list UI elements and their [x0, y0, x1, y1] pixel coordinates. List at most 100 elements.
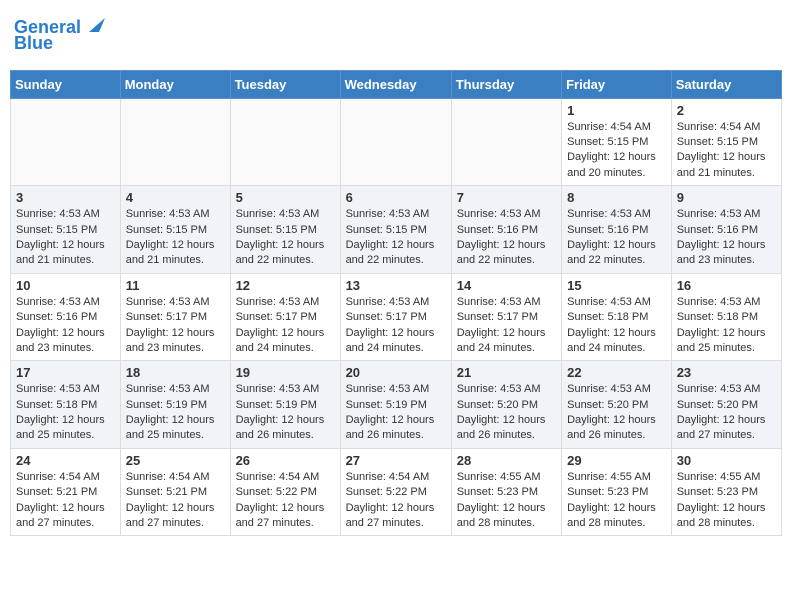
day-number: 2 — [677, 103, 776, 118]
calendar-day-cell: 4 Sunrise: 4:53 AM Sunset: 5:15 PM Daylig… — [120, 186, 230, 274]
day-number: 19 — [236, 365, 335, 380]
calendar-day-cell: 14 Sunrise: 4:53 AM Sunset: 5:17 PM Dayli… — [451, 273, 561, 361]
day-number: 22 — [567, 365, 666, 380]
calendar-day-cell: 8 Sunrise: 4:53 AM Sunset: 5:16 PM Daylig… — [562, 186, 672, 274]
calendar-table: SundayMondayTuesdayWednesdayThursdayFrid… — [10, 70, 782, 537]
calendar-day-cell: 9Sunrise: 4:53 AM Sunset: 5:16 PM Daylig… — [671, 186, 781, 274]
day-number: 29 — [567, 453, 666, 468]
calendar-day-cell: 11 Sunrise: 4:53 AM Sunset: 5:17 PM Dayli… — [120, 273, 230, 361]
day-number: 21 — [457, 365, 556, 380]
day-info-text: Sunrise: 4:53 AM Sunset: 5:17 PM Dayligh… — [346, 295, 446, 357]
calendar-day-cell: 10 Sunrise: 4:53 AM Sunset: 5:16 PM Dayli… — [11, 273, 121, 361]
day-info-text: Sunrise: 4:53 AM Sunset: 5:17 PM Dayligh… — [236, 295, 335, 357]
day-number: 18 — [126, 365, 225, 380]
day-number: 5 — [236, 190, 335, 205]
day-info-text: Sunrise: 4:53 AM Sunset: 5:15 PM Dayligh… — [16, 207, 115, 269]
day-number: 12 — [236, 278, 335, 293]
calendar-day-cell: 26 Sunrise: 4:54 AM Sunset: 5:22 PM Dayli… — [230, 448, 340, 536]
day-number: 10 — [16, 278, 115, 293]
calendar-week-row: 10 Sunrise: 4:53 AM Sunset: 5:16 PM Dayli… — [11, 273, 782, 361]
calendar-day-cell: 30 Sunrise: 4:55 AM Sunset: 5:23 PM Dayli… — [671, 448, 781, 536]
day-info-text: Sunrise: 4:55 AM Sunset: 5:23 PM Dayligh… — [677, 470, 776, 532]
logo-bird-icon — [83, 14, 105, 36]
day-number: 7 — [457, 190, 556, 205]
calendar-day-cell: 5Sunrise: 4:53 AM Sunset: 5:15 PM Daylig… — [230, 186, 340, 274]
weekday-header-saturday: Saturday — [671, 70, 781, 98]
day-number: 26 — [236, 453, 335, 468]
calendar-day-cell: 20Sunrise: 4:53 AM Sunset: 5:19 PM Dayli… — [340, 361, 451, 449]
day-info-text: Sunrise: 4:54 AM Sunset: 5:22 PM Dayligh… — [236, 470, 335, 532]
day-info-text: Sunrise: 4:54 AM Sunset: 5:15 PM Dayligh… — [677, 120, 776, 182]
day-info-text: Sunrise: 4:53 AM Sunset: 5:16 PM Dayligh… — [457, 207, 556, 269]
weekday-header-sunday: Sunday — [11, 70, 121, 98]
day-info-text: Sunrise: 4:53 AM Sunset: 5:18 PM Dayligh… — [567, 295, 666, 357]
day-info-text: Sunrise: 4:53 AM Sunset: 5:17 PM Dayligh… — [457, 295, 556, 357]
day-number: 6 — [346, 190, 446, 205]
day-number: 4 — [126, 190, 225, 205]
calendar-day-cell: 18 Sunrise: 4:53 AM Sunset: 5:19 PM Dayli… — [120, 361, 230, 449]
calendar-day-cell: 23 Sunrise: 4:53 AM Sunset: 5:20 PM Dayli… — [671, 361, 781, 449]
calendar-day-cell: 6Sunrise: 4:53 AM Sunset: 5:15 PM Daylig… — [340, 186, 451, 274]
calendar-week-row: 3 Sunrise: 4:53 AM Sunset: 5:15 PM Daylig… — [11, 186, 782, 274]
calendar-day-cell: 13 Sunrise: 4:53 AM Sunset: 5:17 PM Dayli… — [340, 273, 451, 361]
day-info-text: Sunrise: 4:53 AM Sunset: 5:20 PM Dayligh… — [567, 382, 666, 444]
day-info-text: Sunrise: 4:53 AM Sunset: 5:19 PM Dayligh… — [126, 382, 225, 444]
day-number: 8 — [567, 190, 666, 205]
calendar-empty-cell — [120, 98, 230, 186]
day-info-text: Sunrise: 4:53 AM Sunset: 5:16 PM Dayligh… — [677, 207, 776, 269]
calendar-empty-cell — [451, 98, 561, 186]
day-info-text: Sunrise: 4:54 AM Sunset: 5:21 PM Dayligh… — [16, 470, 115, 532]
day-number: 27 — [346, 453, 446, 468]
day-number: 13 — [346, 278, 446, 293]
day-number: 3 — [16, 190, 115, 205]
calendar-day-cell: 21Sunrise: 4:53 AM Sunset: 5:20 PM Dayli… — [451, 361, 561, 449]
calendar-week-row: 1 Sunrise: 4:54 AM Sunset: 5:15 PM Daylig… — [11, 98, 782, 186]
calendar-day-cell: 19Sunrise: 4:53 AM Sunset: 5:19 PM Dayli… — [230, 361, 340, 449]
day-number: 17 — [16, 365, 115, 380]
calendar-empty-cell — [11, 98, 121, 186]
day-info-text: Sunrise: 4:55 AM Sunset: 5:23 PM Dayligh… — [457, 470, 556, 532]
day-number: 11 — [126, 278, 225, 293]
calendar-day-cell: 2 Sunrise: 4:54 AM Sunset: 5:15 PM Daylig… — [671, 98, 781, 186]
day-info-text: Sunrise: 4:53 AM Sunset: 5:20 PM Dayligh… — [677, 382, 776, 444]
calendar-day-cell: 25 Sunrise: 4:54 AM Sunset: 5:21 PM Dayli… — [120, 448, 230, 536]
day-number: 1 — [567, 103, 666, 118]
calendar-day-cell: 7 Sunrise: 4:53 AM Sunset: 5:16 PM Daylig… — [451, 186, 561, 274]
day-info-text: Sunrise: 4:55 AM Sunset: 5:23 PM Dayligh… — [567, 470, 666, 532]
day-info-text: Sunrise: 4:53 AM Sunset: 5:17 PM Dayligh… — [126, 295, 225, 357]
day-info-text: Sunrise: 4:53 AM Sunset: 5:18 PM Dayligh… — [16, 382, 115, 444]
weekday-header-tuesday: Tuesday — [230, 70, 340, 98]
day-info-text: Sunrise: 4:54 AM Sunset: 5:21 PM Dayligh… — [126, 470, 225, 532]
weekday-header-monday: Monday — [120, 70, 230, 98]
calendar-empty-cell — [230, 98, 340, 186]
calendar-day-cell: 24 Sunrise: 4:54 AM Sunset: 5:21 PM Dayli… — [11, 448, 121, 536]
calendar-day-cell: 15 Sunrise: 4:53 AM Sunset: 5:18 PM Dayli… — [562, 273, 672, 361]
calendar-day-cell: 1 Sunrise: 4:54 AM Sunset: 5:15 PM Daylig… — [562, 98, 672, 186]
calendar-day-cell: 12 Sunrise: 4:53 AM Sunset: 5:17 PM Dayli… — [230, 273, 340, 361]
day-info-text: Sunrise: 4:53 AM Sunset: 5:15 PM Dayligh… — [126, 207, 225, 269]
logo-text-line2: Blue — [14, 34, 53, 54]
day-info-text: Sunrise: 4:53 AM Sunset: 5:16 PM Dayligh… — [567, 207, 666, 269]
weekday-header-row: SundayMondayTuesdayWednesdayThursdayFrid… — [11, 70, 782, 98]
day-info-text: Sunrise: 4:53 AM Sunset: 5:18 PM Dayligh… — [677, 295, 776, 357]
calendar-day-cell: 27Sunrise: 4:54 AM Sunset: 5:22 PM Dayli… — [340, 448, 451, 536]
day-number: 28 — [457, 453, 556, 468]
calendar-empty-cell — [340, 98, 451, 186]
weekday-header-thursday: Thursday — [451, 70, 561, 98]
day-number: 24 — [16, 453, 115, 468]
day-number: 25 — [126, 453, 225, 468]
day-number: 23 — [677, 365, 776, 380]
day-info-text: Sunrise: 4:53 AM Sunset: 5:19 PM Dayligh… — [346, 382, 446, 444]
calendar-day-cell: 29 Sunrise: 4:55 AM Sunset: 5:23 PM Dayli… — [562, 448, 672, 536]
calendar-week-row: 17 Sunrise: 4:53 AM Sunset: 5:18 PM Dayli… — [11, 361, 782, 449]
weekday-header-friday: Friday — [562, 70, 672, 98]
day-info-text: Sunrise: 4:53 AM Sunset: 5:16 PM Dayligh… — [16, 295, 115, 357]
day-number: 15 — [567, 278, 666, 293]
day-info-text: Sunrise: 4:54 AM Sunset: 5:15 PM Dayligh… — [567, 120, 666, 182]
calendar-day-cell: 17 Sunrise: 4:53 AM Sunset: 5:18 PM Dayli… — [11, 361, 121, 449]
day-number: 30 — [677, 453, 776, 468]
calendar-day-cell: 22 Sunrise: 4:53 AM Sunset: 5:20 PM Dayli… — [562, 361, 672, 449]
weekday-header-wednesday: Wednesday — [340, 70, 451, 98]
calendar-day-cell: 28 Sunrise: 4:55 AM Sunset: 5:23 PM Dayli… — [451, 448, 561, 536]
day-number: 14 — [457, 278, 556, 293]
